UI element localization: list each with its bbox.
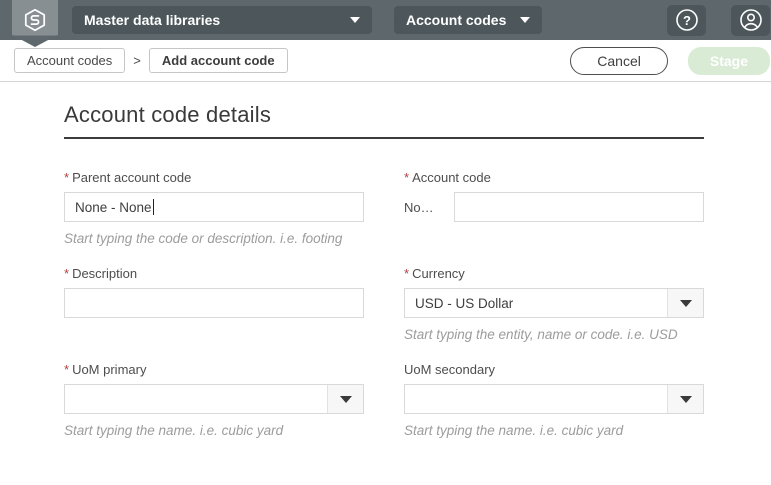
- chevron-down-icon: [350, 17, 360, 23]
- page-title: Account code details: [64, 102, 272, 127]
- account-code-row: No…: [404, 192, 704, 222]
- currency-value: USD - US Dollar: [415, 295, 514, 311]
- title-divider: [64, 137, 704, 139]
- account-code-form: * Parent account code None - None Start t…: [64, 170, 771, 438]
- breadcrumb-separator: >: [133, 53, 141, 68]
- currency-dropdown[interactable]: USD - US Dollar: [404, 288, 704, 318]
- user-icon: [739, 9, 762, 31]
- uom-secondary-dropdown[interactable]: [404, 384, 704, 414]
- uom-primary-label: * UoM primary: [64, 362, 147, 377]
- currency-helper: Start typing the entity, name or code. i…: [404, 327, 678, 342]
- action-bar: Account codes > Add account code Cancel …: [0, 40, 771, 82]
- cancel-button[interactable]: Cancel: [570, 46, 668, 75]
- help-icon: ?: [675, 9, 698, 31]
- field-account-code: * Account code No…: [404, 170, 704, 246]
- uom-secondary-label: UoM secondary: [404, 362, 496, 377]
- breadcrumb-add-account-code[interactable]: Add account code: [148, 48, 288, 73]
- library-selector-label: Master data libraries: [84, 12, 221, 28]
- uom-primary-value: [65, 385, 327, 413]
- app-logo-badge[interactable]: [12, 0, 58, 47]
- chevron-down-icon: [520, 17, 531, 23]
- currency-label: * Currency: [404, 266, 465, 281]
- module-selector-dropdown[interactable]: Account codes: [394, 6, 543, 34]
- field-uom-primary: * UoM primary Start typing the name. i.e.…: [64, 362, 364, 438]
- uom-primary-helper: Start typing the name. i.e. cubic yard: [64, 423, 284, 438]
- uom-primary-dropdown-button[interactable]: [327, 385, 363, 413]
- field-currency: * Currency USD - US Dollar Start typing t…: [404, 266, 704, 342]
- page-content: Account code details * Parent account cod…: [0, 82, 771, 438]
- svg-text:?: ?: [683, 13, 691, 28]
- help-button[interactable]: ?: [667, 4, 706, 36]
- required-asterisk: *: [404, 170, 410, 185]
- library-selector-dropdown[interactable]: Master data libraries: [72, 6, 372, 34]
- description-input[interactable]: [64, 288, 364, 318]
- uom-secondary-helper: Start typing the name. i.e. cubic yard: [404, 423, 624, 438]
- required-asterisk: *: [64, 362, 70, 377]
- hexagon-logo-icon: [24, 8, 46, 32]
- required-asterisk: *: [404, 266, 410, 281]
- chevron-down-icon: [679, 395, 692, 403]
- stage-button[interactable]: Stage: [687, 46, 770, 75]
- account-code-label: * Account code: [404, 170, 491, 185]
- uom-primary-dropdown[interactable]: [64, 384, 364, 414]
- breadcrumb-account-codes[interactable]: Account codes: [14, 48, 126, 73]
- parent-account-code-input[interactable]: None - None: [64, 192, 364, 222]
- field-uom-secondary: UoM secondary Start typing the name. i.e…: [404, 362, 704, 438]
- field-description: * Description: [64, 266, 364, 342]
- currency-dropdown-button[interactable]: [667, 289, 703, 317]
- account-code-input[interactable]: [454, 192, 704, 222]
- parent-account-code-label: * Parent account code: [64, 170, 192, 185]
- required-asterisk: *: [64, 266, 70, 281]
- uom-secondary-dropdown-button[interactable]: [667, 385, 703, 413]
- parent-account-code-value: None - None: [75, 199, 152, 215]
- app-header: Master data libraries Account codes ?: [0, 0, 771, 47]
- parent-account-code-helper: Start typing the code or description. i.…: [64, 231, 343, 246]
- profile-button[interactable]: [731, 4, 770, 36]
- field-parent-account-code: * Parent account code None - None Start t…: [64, 170, 364, 246]
- module-selector-label: Account codes: [406, 12, 507, 28]
- chevron-down-icon: [679, 299, 692, 307]
- text-cursor: [152, 199, 154, 215]
- uom-secondary-value: [405, 385, 667, 413]
- description-label: * Description: [64, 266, 138, 281]
- chevron-down-icon: [339, 395, 352, 403]
- account-code-prefix: No…: [404, 199, 434, 215]
- required-asterisk: *: [64, 170, 70, 185]
